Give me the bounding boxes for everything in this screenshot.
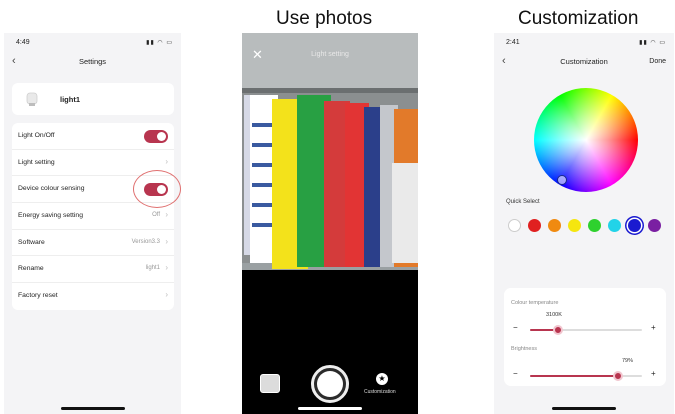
colour-swatch[interactable] — [568, 219, 581, 232]
home-indicator — [60, 407, 125, 410]
colour-swatch[interactable] — [628, 219, 641, 232]
chevron-right-icon: › — [165, 156, 168, 166]
camera-title: Light setting — [311, 51, 349, 58]
colour-swatch[interactable] — [548, 219, 561, 232]
colour-wheel-saturation — [534, 88, 638, 192]
temperature-plus-button[interactable]: + — [651, 323, 656, 332]
colour-temperature-label: Colour temperature — [511, 300, 559, 306]
status-icons: ▮▮ ◠ ▭ — [639, 40, 666, 46]
customization-star-icon[interactable]: ★ — [376, 373, 388, 385]
slider-card: Colour temperature 3100K − + Brightness … — [504, 288, 666, 386]
clothes-rack-photo — [242, 33, 418, 270]
device-card[interactable]: light1 — [12, 83, 174, 115]
colour-swatch[interactable] — [528, 219, 541, 232]
row-value: light1 — [145, 265, 160, 272]
customization-screen: 2:41 ▮▮ ◠ ▭ ‹ Customization Done Quick S… — [494, 33, 674, 414]
home-indicator — [298, 407, 362, 410]
chevron-right-icon: › — [165, 263, 168, 273]
row-label: Energy saving setting — [18, 212, 83, 220]
colour-temperature-thumb[interactable] — [553, 325, 563, 335]
colour-swatch[interactable] — [648, 219, 661, 232]
nav-bar: ‹ Customization Done — [494, 55, 674, 71]
colour-swatch[interactable] — [508, 219, 521, 232]
light-on-off-toggle[interactable] — [144, 130, 168, 143]
chevron-right-icon: › — [165, 290, 168, 300]
camera-screen: ✕ Light setting ★ Customization — [242, 33, 418, 414]
brightness-value: 79% — [622, 358, 634, 364]
row-factory-reset[interactable]: Factory reset › — [12, 283, 174, 310]
settings-list: Light On/Off Light setting › Device colo… — [12, 123, 174, 310]
back-chevron-icon[interactable]: ‹ — [12, 55, 16, 67]
toggle-knob — [157, 132, 166, 141]
colour-temperature-slider[interactable] — [530, 325, 642, 335]
quick-select-swatches — [508, 219, 668, 235]
use-photos-caption: Use photos — [276, 8, 373, 29]
row-value: Version3.3 — [131, 238, 160, 245]
customization-label: Customization — [364, 389, 396, 395]
back-chevron-icon[interactable]: ‹ — [502, 55, 506, 67]
temperature-minus-button[interactable]: − — [513, 323, 518, 332]
row-rename[interactable]: Rename light1 › — [12, 256, 174, 284]
status-time: 2:41 — [506, 39, 520, 46]
gallery-thumbnail-icon[interactable] — [260, 374, 280, 393]
status-bar: 4:49 ▮▮ ◠ ▭ — [16, 39, 173, 49]
colour-picker-handle[interactable] — [557, 175, 567, 185]
colour-swatch[interactable] — [588, 219, 601, 232]
brightness-plus-button[interactable]: + — [651, 369, 656, 378]
row-label: Device colour sensing — [18, 185, 85, 193]
done-button[interactable]: Done — [649, 58, 666, 65]
chevron-right-icon: › — [165, 236, 168, 246]
brightness-thumb[interactable] — [613, 371, 624, 381]
highlight-circle-annotation — [133, 170, 181, 208]
chevron-right-icon: › — [165, 210, 168, 220]
status-icons: ▮▮ ◠ ▭ — [146, 40, 173, 46]
row-value: Off — [152, 212, 160, 219]
colour-swatch[interactable] — [608, 219, 621, 232]
brightness-fill — [530, 375, 619, 377]
page-title: Settings — [78, 57, 107, 66]
row-software[interactable]: Software Version3.3 › — [12, 230, 174, 257]
shutter-button[interactable] — [311, 365, 349, 403]
shutter-inner — [317, 371, 343, 397]
colour-wheel[interactable] — [534, 88, 638, 192]
row-label: Light setting — [18, 158, 55, 166]
device-name: light1 — [60, 95, 80, 104]
status-time: 4:49 — [16, 39, 30, 46]
row-light-on-off[interactable]: Light On/Off — [12, 123, 174, 150]
quick-select-label: Quick Select — [506, 199, 540, 205]
brightness-label: Brightness — [511, 346, 537, 352]
row-label: Light On/Off — [18, 132, 55, 139]
row-label: Rename — [18, 265, 44, 273]
brightness-slider[interactable] — [530, 371, 642, 381]
bulb-icon — [26, 92, 38, 106]
row-label: Software — [18, 238, 45, 246]
status-bar: 2:41 ▮▮ ◠ ▭ — [506, 39, 666, 49]
brightness-minus-button[interactable]: − — [513, 369, 518, 378]
home-indicator — [552, 407, 616, 410]
page-title: Customization — [560, 57, 608, 66]
row-label: Factory reset — [18, 292, 58, 300]
settings-screen: 4:49 ▮▮ ◠ ▭ ‹ Settings light1 Light On/O… — [4, 33, 181, 414]
colour-temperature-value: 3100K — [546, 312, 562, 318]
nav-bar: ‹ Settings — [4, 55, 181, 71]
customization-caption: Customization — [518, 8, 639, 29]
